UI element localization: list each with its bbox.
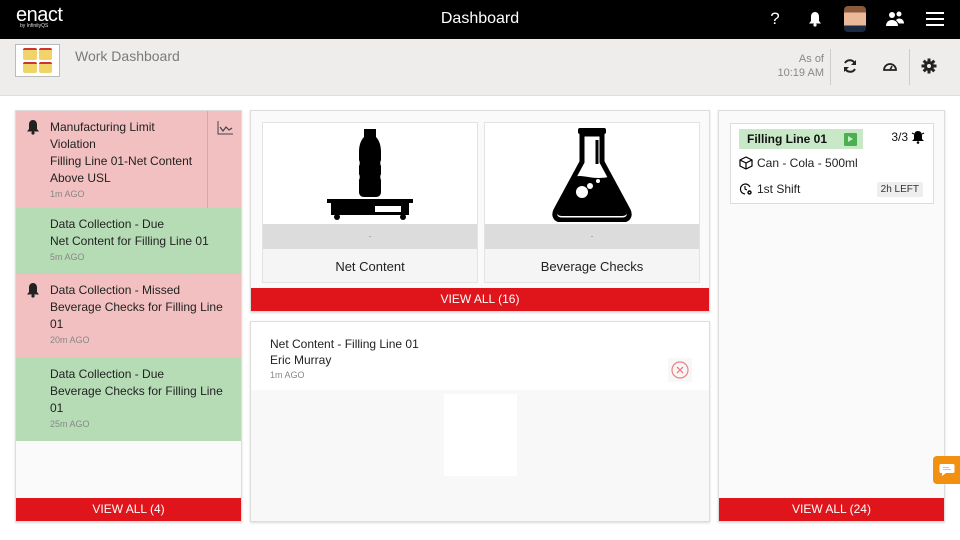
line-card[interactable]: Filling Line 01 3/3 Can - Cola - 500ml 1… [730,123,934,204]
help-icon[interactable]: ? [764,6,786,32]
recent-title: Net Content - Filling Line 01 [270,337,419,351]
product-box-icon [739,156,753,170]
chat-icon [939,464,954,476]
notification-item[interactable]: Manufacturing Limit Violation Filling Li… [16,111,241,208]
data-collection-tile-beverage-checks[interactable]: . Beverage Checks [484,122,700,283]
as-of-timestamp: As of 10:19 AM [777,53,824,79]
recent-item[interactable]: Net Content - Filling Line 01 Eric Murra… [251,322,709,390]
users-icon[interactable] [884,6,906,32]
time-left-badge: 2h LEFT [876,182,923,197]
line-count: 3/3 [891,130,908,144]
data-collection-tile-net-content[interactable]: . Net Content [262,122,478,283]
notification-item[interactable]: Data Collection - Due Beverage Checks fo… [16,358,241,441]
notifications-panel: Manufacturing Limit Violation Filling Li… [15,110,242,522]
preview-placeholder [444,394,517,476]
gear-icon[interactable] [918,55,940,77]
bell-icon [27,283,39,298]
bottle-scale-icon [263,123,477,224]
refresh-icon[interactable] [839,55,861,77]
dashboard-thumbnail [15,44,60,77]
chart-icon[interactable] [207,111,241,208]
tile-label: Beverage Checks [540,259,644,274]
recent-activity-panel: Net Content - Filling Line 01 Eric Murra… [250,321,710,522]
menu-icon[interactable] [924,6,946,32]
dashboard-title: Work Dashboard [75,48,180,64]
gauge-icon[interactable] [879,55,901,77]
view-all-notifications-button[interactable]: VIEW ALL (4) [16,498,241,521]
user-avatar[interactable] [844,6,866,32]
chat-button[interactable] [933,456,960,484]
divider [830,49,831,85]
data-collections-panel: . Net Content . Beverage Checks VIEW ALL… [250,110,710,312]
line-product: Can - Cola - 500ml [757,156,858,170]
notification-item[interactable]: Data Collection - Due Net Content for Fi… [16,208,241,274]
notification-item[interactable]: Data Collection - Missed Beverage Checks… [16,274,241,358]
sub-header: Work Dashboard As of 10:19 AM [0,39,960,96]
recent-ago: 1m AGO [270,370,305,380]
dismiss-icon[interactable] [668,358,692,382]
line-shift: 1st Shift [757,182,801,196]
lines-panel: Filling Line 01 3/3 Can - Cola - 500ml 1… [718,110,945,522]
tile-status: . [263,224,477,249]
view-all-lines-button[interactable]: VIEW ALL (24) [719,498,944,521]
view-all-data-collections-button[interactable]: VIEW ALL (16) [251,288,709,311]
shift-clock-icon [739,183,752,195]
alarm-bell-icon [911,131,925,144]
tile-label: Net Content [335,259,405,274]
recent-user: Eric Murray [270,353,332,367]
divider [909,49,910,85]
tile-status: . [485,224,699,249]
running-status-icon [844,133,857,146]
line-name-header: Filling Line 01 [739,129,863,149]
bell-icon [27,120,39,135]
flask-icon [485,123,699,224]
bell-icon[interactable] [804,6,826,32]
top-bar: enact by InfinityQS Dashboard ? [0,0,960,39]
